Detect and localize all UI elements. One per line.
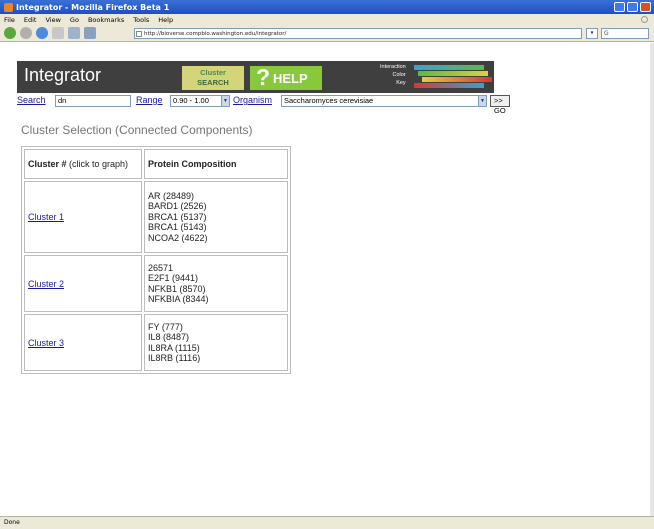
protein-item: IL8 (8487) (148, 332, 190, 342)
vertical-scrollbar[interactable] (650, 43, 654, 516)
protein-item: BRCA1 (5143) (148, 222, 207, 233)
organism-link[interactable]: Organism (233, 95, 272, 105)
protein-item: IL8RA (1115) (148, 342, 200, 353)
search-input[interactable]: dn (55, 95, 131, 107)
range-link[interactable]: Range (136, 95, 163, 105)
url-text: http://bioverse.compbio.washington.edu/i… (144, 31, 287, 37)
firefox-icon (4, 2, 13, 12)
page-icon (136, 31, 142, 37)
window-titlebar: Integrator - Mozilla Firefox Beta 1 (0, 0, 654, 14)
key-line-2: Color (392, 72, 406, 78)
menu-bookmarks[interactable]: Bookmarks (88, 16, 124, 24)
protein-item: AR (28489) (148, 190, 195, 201)
menu-bar: File Edit View Go Bookmarks Tools Help (0, 14, 654, 25)
cluster-2-link[interactable]: Cluster 2 (28, 279, 64, 289)
protein-item: BRCA1 (5137) (148, 211, 207, 222)
range-value: 0.90 - 1.00 (173, 96, 209, 105)
help-tab[interactable]: ? HELP (250, 64, 322, 90)
menu-go[interactable]: Go (70, 16, 79, 24)
cluster-cell: Cluster 2 (24, 255, 142, 312)
reload-icon[interactable] (36, 27, 48, 39)
organism-value: Saccharomyces cerevisiae (284, 96, 374, 105)
range-select[interactable]: 0.90 - 1.00 ▼ (170, 95, 230, 107)
cluster-search-tab[interactable]: Cluster SEARCH (182, 66, 244, 90)
protein-item: NFKB1 (8570) (148, 283, 206, 294)
window-title: Integrator - Mozilla Firefox Beta 1 (16, 2, 170, 12)
status-text: Done (4, 519, 20, 526)
cluster-1-link[interactable]: Cluster 1 (28, 212, 64, 222)
cluster-tab-line1: Cluster (200, 68, 226, 77)
page-viewport: Integrator Cluster SEARCH ? HELP Interac… (0, 43, 650, 516)
cluster-cell: Cluster 3 (24, 314, 142, 371)
protein-cell: 26571 E2F1 (9441) NFKB1 (8570) NFKBIA (8… (144, 255, 288, 312)
stop-icon[interactable] (52, 27, 64, 39)
menu-file[interactable]: File (4, 16, 15, 24)
key-line-3: Key (396, 80, 406, 86)
cluster-table: Cluster # (click to graph) Protein Compo… (21, 146, 291, 374)
menu-edit[interactable]: Edit (24, 16, 37, 24)
chevron-down-icon: ▼ (221, 96, 229, 106)
key-bar-4 (414, 83, 484, 88)
cluster-cell: Cluster 1 (24, 181, 142, 253)
search-link[interactable]: Search (17, 95, 46, 105)
navigation-toolbar: http://bioverse.compbio.washington.edu/i… (0, 25, 654, 42)
key-bar-3 (422, 77, 492, 82)
bookmark-icon[interactable] (84, 27, 96, 39)
menu-tools[interactable]: Tools (133, 16, 149, 24)
protein-cell: AR (28489) BARD1 (2526) BRCA1 (5137) BRC… (144, 181, 288, 253)
url-dropdown-button[interactable]: ▾ (586, 28, 598, 39)
integrator-banner: Integrator Cluster SEARCH ? HELP Interac… (17, 61, 494, 93)
header-protein-composition: Protein Composition (144, 149, 288, 179)
forward-icon[interactable] (20, 27, 32, 39)
help-label: HELP (273, 71, 308, 86)
table-header-row: Cluster # (click to graph) Protein Compo… (24, 149, 288, 179)
chevron-down-icon: ▼ (478, 96, 486, 106)
table-row: Cluster 3 FY (777) IL8 (8487) IL8RA (111… (24, 314, 288, 371)
help-question-icon: ? (256, 64, 271, 90)
table-row: Cluster 1 AR (28489) BARD1 (2526) BRCA1 … (24, 181, 288, 253)
protein-item: NCOA2 (4622) (148, 232, 208, 243)
back-icon[interactable] (4, 27, 16, 39)
maximize-button[interactable] (627, 2, 638, 12)
protein-item: IL8RB (1116) (148, 353, 201, 363)
protein-cell: FY (777) IL8 (8487) IL8RA (1115) IL8RB (… (144, 314, 288, 371)
header-cluster-bold: Cluster # (28, 159, 67, 169)
home-icon[interactable] (68, 27, 80, 39)
status-bar: Done (0, 516, 654, 529)
protein-item: 26571 (148, 262, 174, 273)
close-button[interactable] (640, 2, 651, 12)
table-row: Cluster 2 26571 E2F1 (9441) NFKB1 (8570)… (24, 255, 288, 312)
minimize-button[interactable] (614, 2, 625, 12)
menu-help[interactable]: Help (158, 16, 173, 24)
window-controls (614, 2, 651, 12)
cluster-3-link[interactable]: Cluster 3 (28, 338, 64, 348)
protein-item: BARD1 (2526) (148, 201, 207, 212)
header-cluster-note: (click to graph) (66, 159, 129, 169)
header-cluster-number: Cluster # (click to graph) (24, 149, 142, 179)
integrator-logo: Integrator (24, 65, 102, 85)
interaction-color-key-label: Interaction Color Key (380, 63, 406, 87)
throbber-icon (641, 16, 648, 23)
protein-item: E2F1 (9441) (148, 273, 199, 283)
organism-select[interactable]: Saccharomyces cerevisiae ▼ (281, 95, 487, 107)
protein-item: FY (777) (148, 321, 183, 332)
page-title: Cluster Selection (Connected Components) (21, 123, 253, 137)
key-bar-2 (418, 71, 488, 76)
cluster-tab-line2: SEARCH (197, 78, 229, 87)
key-line-1: Interaction (380, 64, 406, 70)
menu-view[interactable]: View (45, 16, 60, 24)
search-engine-box[interactable]: G (601, 28, 649, 39)
key-bar-1 (414, 65, 484, 70)
go-button[interactable]: >> GO (490, 95, 510, 115)
url-bar[interactable]: http://bioverse.compbio.washington.edu/i… (134, 28, 582, 39)
protein-item: NFKBIA (8344) (148, 294, 209, 304)
